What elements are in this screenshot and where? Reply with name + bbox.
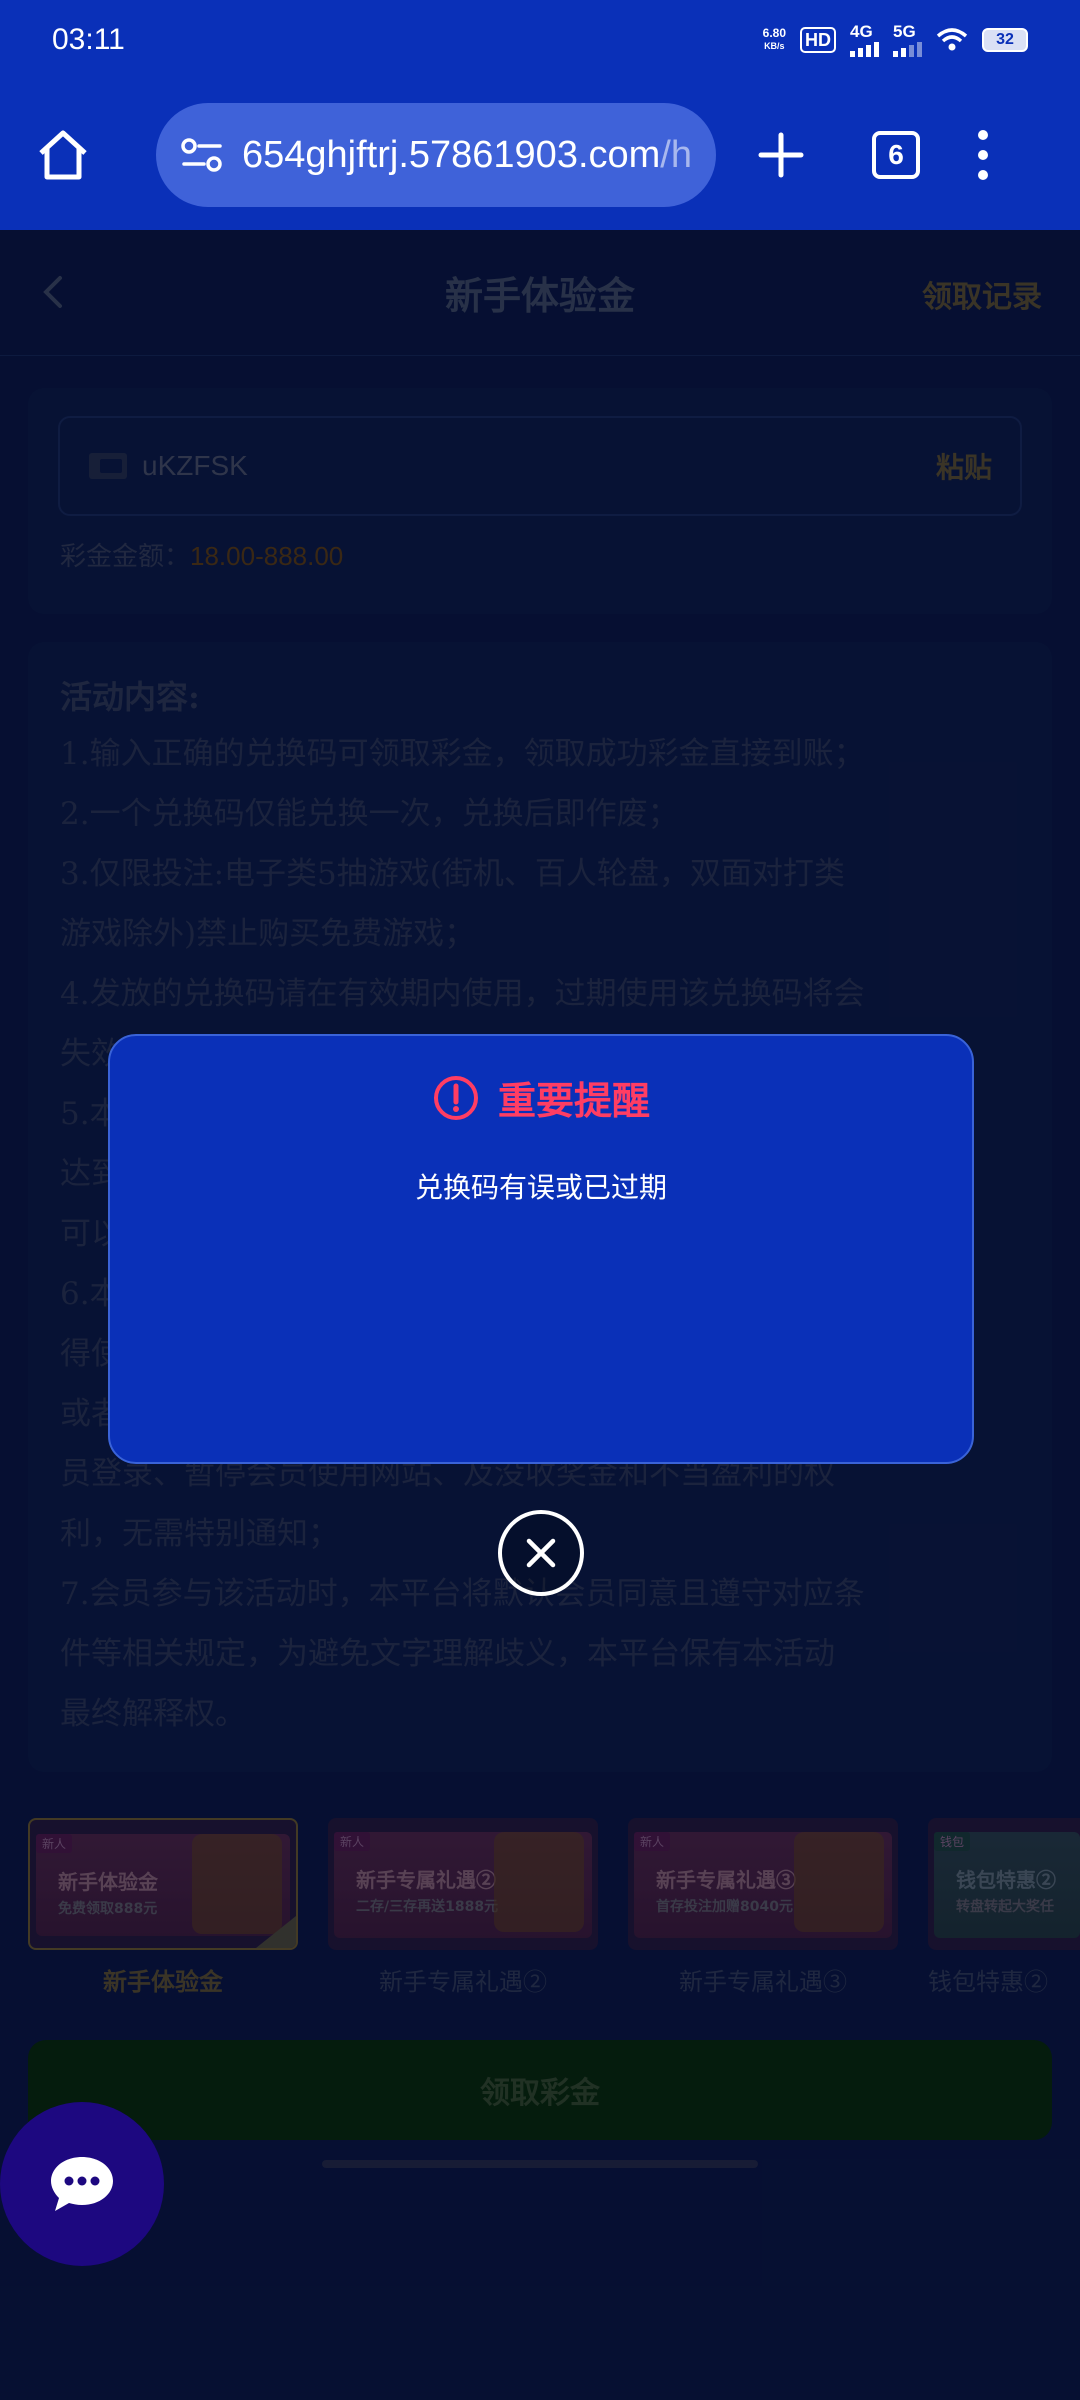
alert-dialog: 重要提醒 兑换码有误或已过期 [108,1034,974,1464]
chat-bubble-icon [51,2157,113,2211]
new-tab-button[interactable] [746,120,816,190]
hd-badge: HD [800,27,836,53]
dialog-message: 兑换码有误或已过期 [414,1171,667,1204]
url-path: /h [660,133,692,176]
dialog-header: 重要提醒 [110,1070,972,1125]
signal-5g-icon: 5G [893,23,922,57]
browser-toolbar: 654ghjftrj.57861903.com/h 6 [0,80,1080,230]
signal-4g-label: 4G [850,22,873,41]
status-icons: 6.80 KB/s HD 4G 5G 32 [763,23,1028,57]
more-menu-button[interactable] [978,130,988,180]
home-icon [39,130,87,180]
tabs-button[interactable]: 6 [872,131,920,179]
chat-button[interactable] [0,2102,164,2266]
url-text: 654ghjftrj.57861903.com/h [242,134,692,177]
net-speed-unit: KB/s [764,41,785,51]
site-settings-icon[interactable] [180,137,224,173]
more-menu-icon [978,130,988,140]
dialog-close-button[interactable] [498,1510,584,1596]
battery-icon: 32 [982,28,1028,52]
wifi-icon [936,28,968,51]
home-button[interactable] [30,122,96,188]
alert-circle-icon [433,1075,478,1120]
signal-4g-icon: 4G [850,23,879,57]
status-time: 03:11 [52,23,125,56]
net-speed-value: 6.80 [762,26,786,40]
status-bar: 03:11 6.80 KB/s HD 4G 5G 32 [0,0,1080,80]
close-icon [526,1538,556,1568]
net-speed: 6.80 KB/s [763,27,786,53]
tab-count: 6 [888,139,904,170]
signal-5g-label: 5G [893,22,916,41]
dialog-title: 重要提醒 [497,1078,650,1123]
plus-icon [758,132,804,178]
url-domain: 654ghjftrj.57861903.com [242,133,661,176]
address-bar[interactable]: 654ghjftrj.57861903.com/h [156,103,716,207]
